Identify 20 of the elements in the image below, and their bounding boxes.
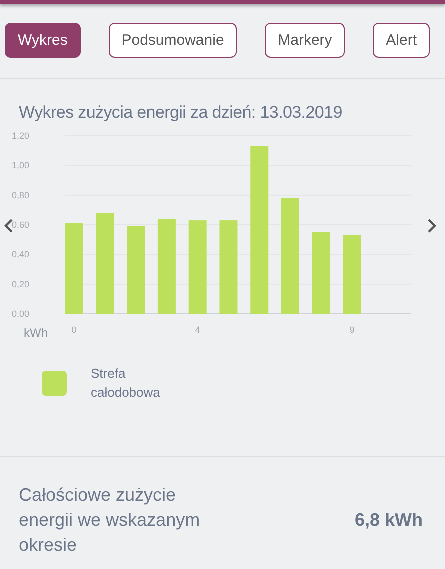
y-axis-label: 1,00 xyxy=(12,160,30,171)
y-axis-label: 0,40 xyxy=(12,250,30,260)
x-axis-label: 0 xyxy=(72,325,77,335)
y-axis-label: 0,00 xyxy=(12,309,30,319)
y-axis-unit: kWh xyxy=(24,326,48,340)
tab[interactable]: Podsumowanie xyxy=(108,23,238,58)
tab[interactable]: Wykres xyxy=(5,23,81,58)
y-axis-label: 0,20 xyxy=(12,279,30,290)
chart-title: Wykres zużycia energii za dzień: 13.03.2019 xyxy=(18,102,344,123)
y-axis-label: 1,20 xyxy=(12,131,30,141)
x-axis-label: 9 xyxy=(350,325,355,335)
tab[interactable]: Alert xyxy=(373,23,430,58)
legend-label: Strefa całodobowa xyxy=(91,365,162,402)
tab[interactable]: Markery xyxy=(265,23,346,58)
y-axis-label: 0,80 xyxy=(12,190,30,200)
y-axis-label: 0,60 xyxy=(12,220,30,230)
chevron-right-icon[interactable] xyxy=(426,217,438,235)
x-axis-label: 4 xyxy=(195,325,200,335)
summary-value: 6,8 kWh xyxy=(354,510,423,531)
summary-label: Całościowe zużycie energii we wskazanym okresie xyxy=(19,484,202,557)
